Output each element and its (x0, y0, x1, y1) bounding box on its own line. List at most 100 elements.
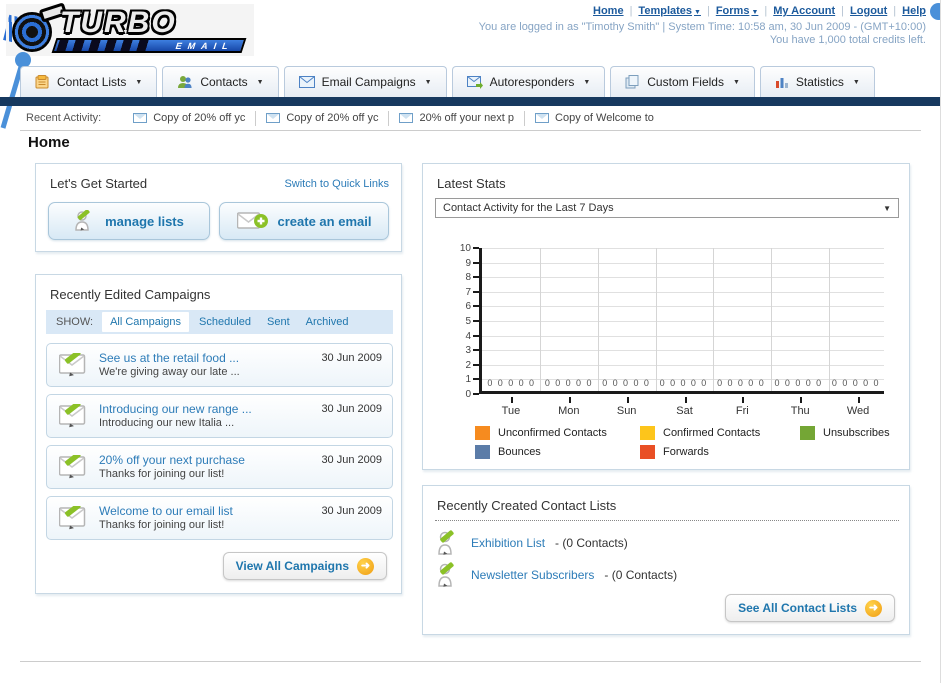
legend-swatch (475, 445, 490, 459)
data-value-label: 0 (623, 378, 629, 388)
filter-archived[interactable]: Archived (306, 316, 349, 328)
divider: | (841, 5, 845, 17)
stats-period-dropdown[interactable]: Contact Activity for the Last 7 Days ▼ (435, 198, 899, 218)
x-axis-label: Fri (735, 405, 749, 417)
tab-label: Email Campaigns (321, 75, 416, 89)
data-value-label: 0 (863, 378, 869, 388)
legend-label: Forwards (663, 446, 709, 458)
filter-all-campaigns[interactable]: All Campaigns (102, 312, 189, 332)
y-axis-tick-label: 1 (465, 374, 471, 386)
gridline (482, 335, 884, 337)
data-value-label: 0 (774, 378, 780, 388)
contact-list-link[interactable]: Exhibition List (471, 536, 545, 550)
envelope-pencil-icon (59, 506, 86, 530)
gridline (482, 277, 884, 279)
legend-label: Confirmed Contacts (663, 427, 761, 439)
contact-list-item[interactable]: Exhibition List - (0 Contacts) (437, 530, 628, 556)
tab-statistics[interactable]: Statistics ▼ (759, 66, 875, 97)
divider: | (893, 5, 897, 17)
switch-to-quick-links[interactable]: Switch to Quick Links (284, 178, 389, 190)
chevron-down-icon: ▼ (751, 9, 759, 16)
filter-sent[interactable]: Sent (267, 316, 290, 328)
page-title: Home (28, 134, 70, 151)
y-axis-tick-label: 5 (465, 316, 471, 327)
x-axis-tick (858, 397, 861, 403)
nav-link-my-account[interactable]: My Account (773, 5, 835, 17)
chevron-down-icon: ▼ (424, 78, 432, 86)
y-axis-tick-label: 6 (465, 301, 471, 313)
nav-link-home[interactable]: Home (593, 5, 624, 17)
gridline (539, 248, 541, 391)
x-axis-label: Wed (846, 405, 870, 417)
view-all-campaigns-button[interactable]: View All Campaigns ➜ (222, 552, 387, 580)
data-value-label: 0 (670, 378, 676, 388)
create-email-button[interactable]: create an email (219, 202, 389, 240)
x-axis-label: Sun (616, 405, 637, 417)
tab-label: Contact Lists (57, 75, 127, 89)
get-started-title: Let's Get Started (50, 176, 148, 191)
header-divider-bar (0, 97, 940, 106)
nav-link-forms[interactable]: Forms ▼ (716, 5, 759, 17)
y-axis-tick (473, 393, 479, 395)
tab-email-campaigns[interactable]: Email Campaigns ▼ (283, 66, 447, 97)
contact-list-link[interactable]: Newsletter Subscribers (471, 568, 594, 582)
gridline (482, 291, 884, 293)
y-axis-tick (473, 305, 479, 308)
show-label: SHOW: (56, 316, 94, 328)
tab-contact-lists[interactable]: Contact Lists ▼ (20, 66, 158, 97)
nav-link-templates[interactable]: Templates ▼ (638, 5, 701, 17)
tab-contacts[interactable]: Contacts ▼ (162, 66, 279, 97)
see-all-contact-lists-button[interactable]: See All Contact Lists ➜ (725, 594, 895, 622)
nav-link-logout[interactable]: Logout (850, 5, 887, 17)
envelope-icon (133, 113, 148, 123)
recent-activity-item[interactable]: Copy of 20% off yc (256, 110, 390, 126)
data-value-label: 0 (748, 378, 754, 388)
campaign-date: 30 Jun 2009 (321, 505, 382, 517)
x-axis-label: Thu (790, 405, 810, 417)
recent-activity-item[interactable]: 20% off your next p (389, 110, 526, 126)
legend-swatch (800, 426, 815, 440)
contact-list-count: - (0 Contacts) (555, 536, 628, 550)
data-value-label: 0 (518, 378, 524, 388)
y-axis-tick (473, 261, 479, 264)
tab-label: Statistics (795, 75, 844, 89)
logo[interactable]: TURBO EMAIL (3, 2, 254, 56)
legend-item: Forwards (640, 445, 800, 459)
data-value-label: 0 (602, 378, 608, 388)
envelope-plus-icon (236, 212, 268, 229)
tab-label: Contacts (200, 75, 248, 89)
campaign-row[interactable]: Welcome to our email list Thanks for joi… (46, 496, 393, 540)
logo-subtitle: EMAIL (174, 41, 236, 51)
data-value-label: 0 (612, 378, 618, 388)
campaign-subtitle: Thanks for joining our list! (99, 468, 225, 480)
recent-activity-item[interactable]: Copy of 20% off yc (123, 110, 257, 126)
logo-banner-slashes (56, 40, 150, 51)
recent-activity-item[interactable]: Copy of Welcome to (525, 111, 664, 126)
gridline (829, 248, 831, 391)
data-value-label: 0 (529, 378, 535, 388)
arrow-right-icon: ➜ (865, 599, 882, 617)
campaign-row[interactable]: Introducing our new range ... Introducin… (46, 394, 393, 438)
campaign-link[interactable]: 20% off your next purchase (99, 453, 245, 467)
manage-lists-button[interactable]: manage lists (48, 202, 210, 240)
filter-scheduled[interactable]: Scheduled (199, 316, 251, 328)
recently-edited-campaigns-panel: Recently Edited Campaigns SHOW: All Camp… (35, 274, 402, 594)
tab-autoresponders[interactable]: Autoresponders ▼ (451, 66, 606, 97)
dotted-divider (435, 520, 899, 521)
app-window: TURBO EMAIL Home | Templates ▼ | Forms ▼ | My… (0, 0, 941, 683)
statistics-icon (775, 77, 788, 88)
data-value-label: 0 (497, 378, 503, 388)
campaign-link[interactable]: Introducing our new range ... (99, 402, 252, 416)
campaign-link[interactable]: Welcome to our email list (99, 504, 233, 518)
legend-item: Bounces (475, 445, 640, 459)
contact-activity-chart: 0000000000000000000000000000000000001234… (437, 242, 897, 417)
value-label-group: 00000 (539, 378, 596, 388)
campaign-link[interactable]: See us at the retail food ... (99, 351, 239, 365)
contact-list-item[interactable]: Newsletter Subscribers - (0 Contacts) (437, 562, 677, 588)
y-axis-tick-label: 3 (465, 345, 471, 357)
value-label-group: 00000 (654, 378, 711, 388)
tab-custom-fields[interactable]: Custom Fields ▼ (610, 66, 755, 97)
campaign-row[interactable]: 20% off your next purchase Thanks for jo… (46, 445, 393, 489)
nav-link-help[interactable]: Help (902, 5, 926, 17)
campaign-row[interactable]: See us at the retail food ... We're givi… (46, 343, 393, 387)
